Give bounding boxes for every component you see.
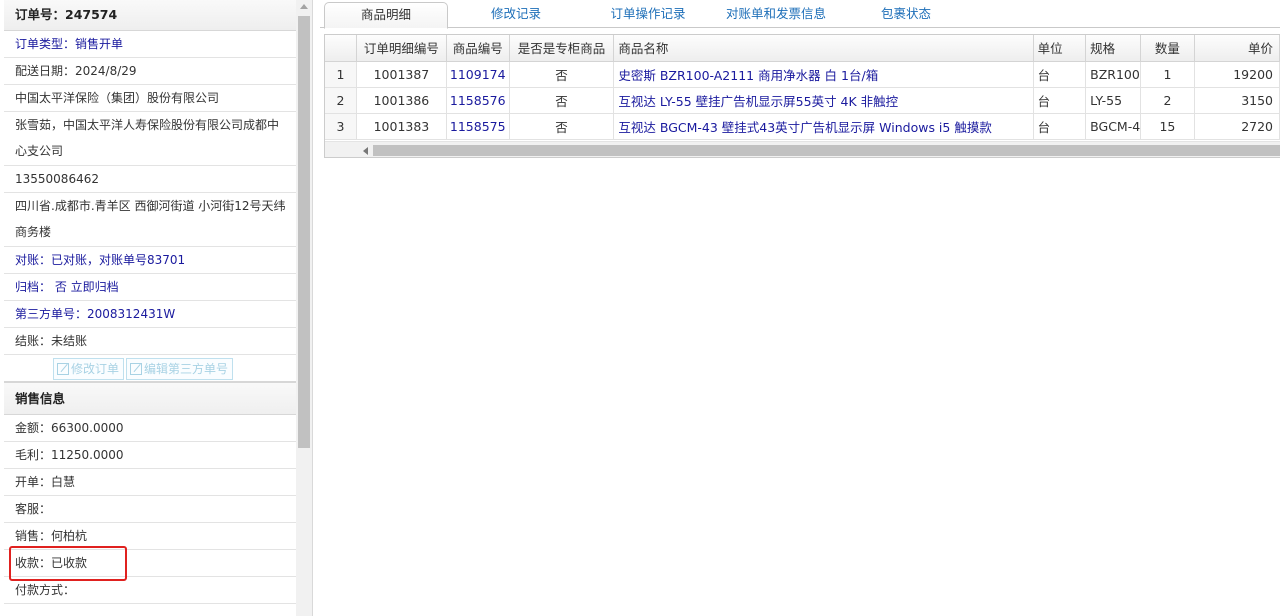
- tab-bar: 商品明细 修改记录 订单操作记录 对账单和发票信息 包裹状态: [320, 0, 1280, 29]
- cell-price: 2720: [1194, 113, 1280, 140]
- order-info-row: 结账：未结账: [4, 328, 296, 355]
- order-info-panel: 订单号：247574 订单类型：销售开单 配送日期：2024/8/29 中国太平洋保…: [0, 0, 313, 616]
- cell-product-name[interactable]: 互视达 BGCM-43 壁挂式43英寸广告机显示屏 Windows i5 触摸款: [613, 113, 1034, 140]
- col-header-unit[interactable]: 单位: [1033, 35, 1087, 62]
- cell-product-no[interactable]: 1158575: [446, 113, 510, 140]
- order-info-row[interactable]: 归档： 否 立即归档: [4, 274, 296, 301]
- cell-product-no[interactable]: 1158576: [446, 87, 510, 114]
- order-info-row: 张雪茹，中国太平洋人寿保险股份有限公司成都中心支公司: [4, 112, 296, 166]
- table-header-row: 订单明细编号 商品编号 是否是专柜商品 商品名称 单位 规格 数量 单价: [325, 35, 1280, 62]
- cell-spec: BZR100: [1085, 61, 1142, 88]
- cell-qty: 15: [1140, 113, 1195, 140]
- row-index: 2: [325, 87, 358, 114]
- sales-biller: 开单：白慧: [4, 469, 296, 496]
- col-header-counter[interactable]: 是否是专柜商品: [509, 35, 615, 62]
- row-index: 1: [325, 61, 358, 88]
- horizontal-scrollbar-thumb[interactable]: [373, 145, 1280, 156]
- scroll-left-arrow-icon[interactable]: [363, 147, 368, 155]
- detail-panel: 商品明细 修改记录 订单操作记录 对账单和发票信息 包裹状态 订单明细编号 商品…: [320, 0, 1280, 616]
- cell-spec: BGCM-4: [1085, 113, 1142, 140]
- edit-third-party-button[interactable]: 编辑第三方单号: [126, 358, 234, 380]
- col-header-product-no[interactable]: 商品编号: [446, 35, 510, 62]
- cell-detail-no: 1001387: [356, 61, 447, 88]
- grid-horizontal-scrollbar[interactable]: [325, 141, 1280, 157]
- cell-detail-no: 1001383: [356, 113, 447, 140]
- scrollbar-thumb[interactable]: [298, 16, 310, 448]
- col-header-spec[interactable]: 规格: [1085, 35, 1142, 62]
- table-row[interactable]: 3 1001383 1158575 否互视达 BGCM-43 壁挂式43英寸广告机显示…: [325, 113, 1280, 140]
- col-header-price[interactable]: 单价: [1194, 35, 1280, 62]
- order-info-row[interactable]: 对账：已对账，对账单号83701: [4, 247, 296, 274]
- cell-counter: 否: [509, 61, 615, 88]
- cell-price: 3150: [1194, 87, 1280, 114]
- tab-package-status[interactable]: 包裹状态: [868, 2, 944, 28]
- tab-product-details[interactable]: 商品明细: [324, 2, 448, 29]
- sales-service: 客服：: [4, 496, 296, 523]
- table-row[interactable]: 1 1001387 1109174 否史密斯 BZR100-A2111 商用净水器 白…: [325, 61, 1280, 88]
- tab-statement-invoice[interactable]: 对账单和发票信息: [716, 2, 836, 28]
- order-info-content: 订单号：247574 订单类型：销售开单 配送日期：2024/8/29 中国太平洋保…: [4, 0, 296, 604]
- tab-modification-log[interactable]: 修改记录: [466, 2, 566, 28]
- edit-order-button[interactable]: 修改订单: [53, 358, 125, 380]
- cell-product-name[interactable]: 互视达 LY-55 壁挂广告机显示屏55英寸 4K 非触控: [613, 87, 1034, 114]
- order-info-row: 配送日期：2024/8/29: [4, 58, 296, 85]
- payment-highlight-box: [9, 546, 127, 581]
- product-table: 订单明细编号 商品编号 是否是专柜商品 商品名称 单位 规格 数量 单价 1 10…: [325, 35, 1280, 140]
- row-index: 3: [325, 113, 358, 140]
- table-row[interactable]: 2 1001386 1158576 否互视达 LY-55 壁挂广告机显示屏55英寸 4…: [325, 87, 1280, 114]
- cell-detail-no: 1001386: [356, 87, 447, 114]
- edit-third-party-label: 编辑第三方单号: [144, 362, 229, 376]
- edit-icon: [57, 363, 69, 375]
- sales-gross-profit: 毛利：11250.0000: [4, 442, 296, 469]
- col-header-detail-no[interactable]: 订单明细编号: [356, 35, 447, 62]
- edit-icon: [130, 363, 143, 375]
- order-info-row: 中国太平洋保险（集团）股份有限公司: [4, 85, 296, 112]
- cell-spec: LY-55: [1085, 87, 1142, 114]
- col-header-qty[interactable]: 数量: [1140, 35, 1195, 62]
- cell-qty: 1: [1140, 61, 1195, 88]
- tab-order-operation-log[interactable]: 订单操作记录: [590, 2, 706, 28]
- cell-counter: 否: [509, 87, 615, 114]
- sales-amount: 金额：66300.0000: [4, 415, 296, 442]
- sales-info-header: 销售信息: [4, 382, 296, 415]
- table-body: 1 1001387 1109174 否史密斯 BZR100-A2111 商用净水器 白…: [325, 61, 1280, 140]
- left-vertical-scrollbar[interactable]: [296, 0, 312, 616]
- sales-payment-method: 付款方式：: [4, 577, 296, 604]
- cell-unit: 台: [1033, 113, 1087, 140]
- cell-unit: 台: [1033, 61, 1087, 88]
- order-info-row[interactable]: 第三方单号：2008312431W: [4, 301, 296, 328]
- order-number-header: 订单号：247574: [4, 0, 296, 31]
- cell-qty: 2: [1140, 87, 1195, 114]
- edit-order-label: 修改订单: [71, 362, 120, 376]
- order-rows: 订单类型：销售开单 配送日期：2024/8/29 中国太平洋保险（集团）股份有限公司…: [4, 31, 296, 355]
- cell-counter: 否: [509, 113, 615, 140]
- col-header-index: [325, 35, 358, 62]
- cell-price: 19200: [1194, 61, 1280, 88]
- product-grid: 订单明细编号 商品编号 是否是专柜商品 商品名称 单位 规格 数量 单价 1 10…: [324, 34, 1280, 158]
- col-header-product-name[interactable]: 商品名称: [613, 35, 1034, 62]
- scroll-up-arrow-icon[interactable]: [300, 4, 308, 9]
- order-button-row: 修改订单 编辑第三方单号: [4, 355, 296, 382]
- order-info-row[interactable]: 订单类型：销售开单: [4, 31, 296, 58]
- order-info-row: 四川省.成都市.青羊区 西御河街道 小河街12号天纬商务楼: [4, 193, 296, 247]
- cell-product-no[interactable]: 1109174: [446, 61, 510, 88]
- cell-product-name[interactable]: 史密斯 BZR100-A2111 商用净水器 白 1台/箱: [613, 61, 1034, 88]
- order-info-row: 13550086462: [4, 166, 296, 193]
- cell-unit: 台: [1033, 87, 1087, 114]
